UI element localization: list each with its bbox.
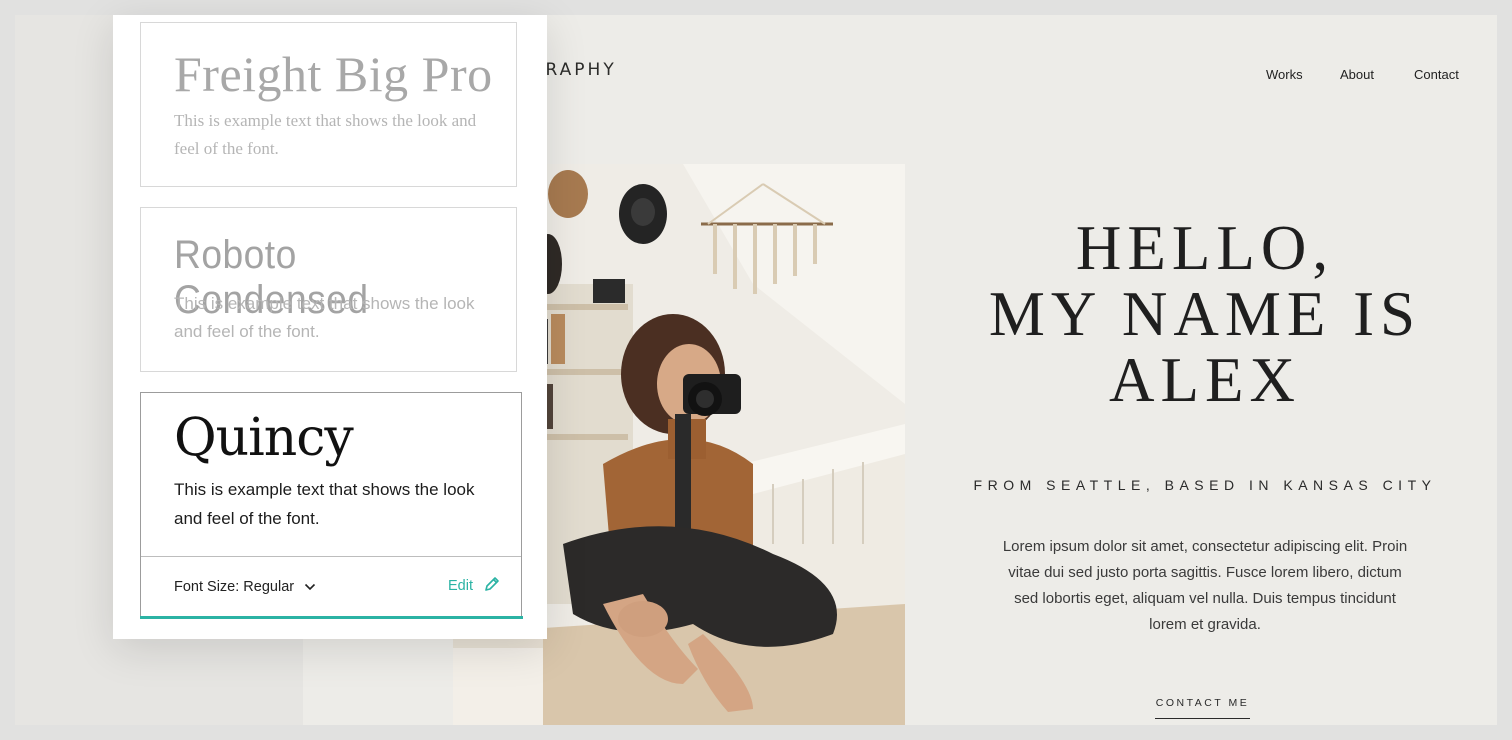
font-option-quincy-selected[interactable]: Quincy This is example text that shows t… <box>139 392 523 619</box>
chevron-down-icon <box>304 579 316 595</box>
hero-title-line: HELLO, <box>1075 213 1335 283</box>
font-name: Quincy <box>174 408 354 468</box>
nav-contact[interactable]: Contact <box>1414 67 1459 82</box>
hero-title-line: MY NAME IS <box>988 279 1422 349</box>
font-option-freight-big-pro[interactable]: Freight Big Pro This is example text tha… <box>140 22 517 187</box>
font-picker-panel: Freight Big Pro This is example text tha… <box>113 15 547 639</box>
contact-me-button[interactable]: CONTACT ME <box>1155 697 1250 719</box>
font-sample-text: This is example text that shows the look… <box>174 480 475 528</box>
card-divider <box>141 556 521 557</box>
hero-title: HELLO, MY NAME IS ALEX <box>970 215 1440 413</box>
font-size-dropdown[interactable]: Font Size: Regular <box>174 579 316 595</box>
edit-font-button[interactable]: Edit <box>448 575 501 597</box>
edit-label: Edit <box>448 578 473 594</box>
font-option-roboto-condensed[interactable]: Roboto Condensed This is example text th… <box>140 207 517 372</box>
font-sample-text: This is example text that shows the look… <box>174 294 475 341</box>
hero-subtitle: FROM SEATTLE, BASED IN KANSAS CITY <box>973 477 1437 493</box>
pencil-icon <box>483 575 501 597</box>
font-size-label: Font Size: Regular <box>174 579 295 595</box>
nav-about[interactable]: About <box>1340 67 1374 82</box>
hero-title-line: ALEX <box>1109 345 1301 415</box>
font-sample-text: This is example text that shows the look… <box>174 111 477 158</box>
nav-works[interactable]: Works <box>1266 67 1303 82</box>
hero-paragraph: Lorem ipsum dolor sit amet, consectetur … <box>1002 538 1408 633</box>
selected-accent-bar <box>139 616 523 619</box>
font-name: Freight Big Pro <box>174 46 493 102</box>
